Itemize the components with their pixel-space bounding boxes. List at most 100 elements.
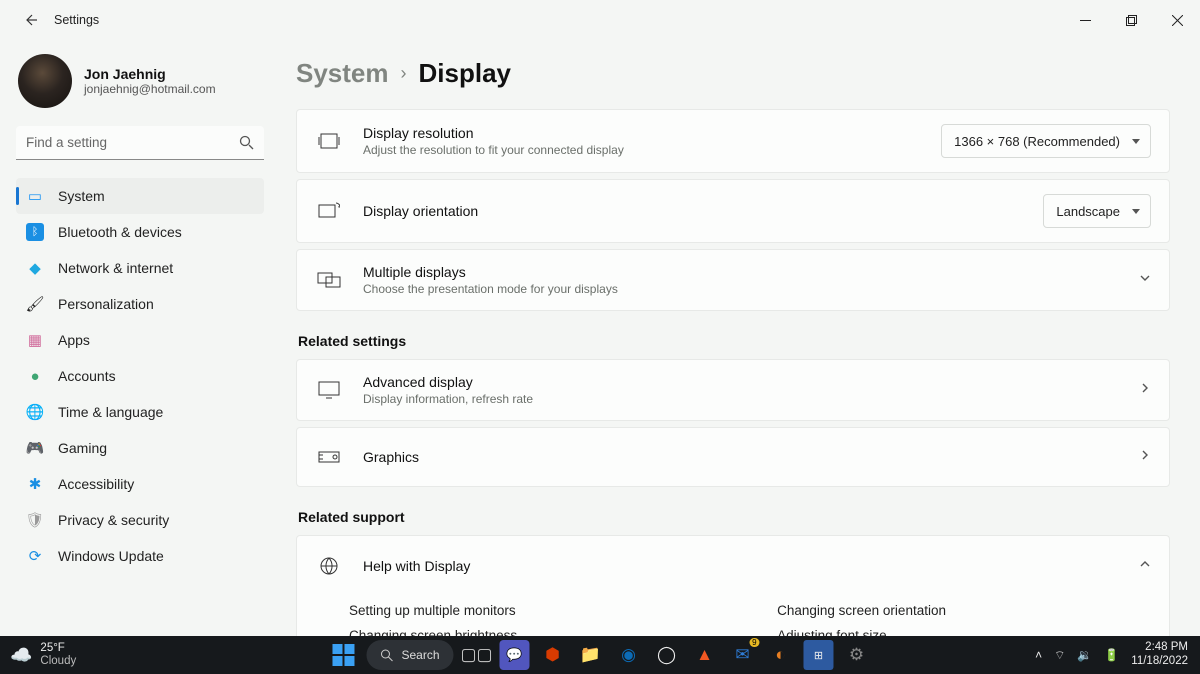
sidebar-item-label: Gaming xyxy=(58,440,107,456)
minimize-button[interactable] xyxy=(1062,0,1108,40)
sidebar-item-system[interactable]: ▭ System xyxy=(16,178,264,214)
profile-email: jonjaehnig@hotmail.com xyxy=(84,82,216,96)
help-link[interactable]: Changing screen brightness xyxy=(349,628,517,636)
help-link[interactable]: Adjusting font size xyxy=(777,628,946,636)
task-view-button[interactable]: ▢▢ xyxy=(462,640,492,670)
sidebar: Jon Jaehnig jonjaehnig@hotmail.com ▭ Syst… xyxy=(0,40,280,636)
calculator-icon[interactable]: ⊞ xyxy=(804,640,834,670)
chevron-right-icon xyxy=(1139,448,1151,466)
sidebar-item-update[interactable]: ⟳ Windows Update xyxy=(16,538,264,574)
sidebar-item-accessibility[interactable]: ✱ Accessibility xyxy=(16,466,264,502)
volume-tray-icon[interactable]: 🔉 xyxy=(1077,648,1092,662)
chevron-right-icon: › xyxy=(401,63,407,84)
graphics-icon xyxy=(315,449,343,465)
card-title: Display orientation xyxy=(363,203,1043,219)
weather-temp: 25°F xyxy=(40,642,76,655)
card-display-resolution: Display resolution Adjust the resolution… xyxy=(296,109,1170,173)
sidebar-item-label: Apps xyxy=(58,332,90,348)
chevron-down-icon xyxy=(1139,271,1151,289)
update-icon: ⟳ xyxy=(26,547,44,565)
office-icon[interactable]: ⬢ xyxy=(538,640,568,670)
resolution-icon xyxy=(315,133,343,149)
card-subtitle: Adjust the resolution to fit your connec… xyxy=(363,143,941,157)
battery-tray-icon[interactable]: 🔋 xyxy=(1104,648,1119,662)
window-title: Settings xyxy=(54,13,99,27)
sidebar-item-label: Privacy & security xyxy=(58,512,169,528)
card-title: Graphics xyxy=(363,449,1139,465)
card-advanced-display[interactable]: Advanced display Display information, re… xyxy=(296,359,1170,421)
help-links-panel: Setting up multiple monitors Changing sc… xyxy=(296,595,1170,636)
card-title: Multiple displays xyxy=(363,264,1139,280)
chevron-right-icon xyxy=(1139,381,1151,399)
start-button[interactable] xyxy=(328,640,358,670)
weather-widget[interactable]: ☁️ 25°F Cloudy xyxy=(0,642,76,668)
breadcrumb-parent[interactable]: System xyxy=(296,58,389,89)
help-link[interactable]: Setting up multiple monitors xyxy=(349,603,517,618)
sidebar-item-label: Accounts xyxy=(58,368,116,384)
brave-icon[interactable]: ▲ xyxy=(690,640,720,670)
card-subtitle: Display information, refresh rate xyxy=(363,392,1139,406)
help-globe-icon xyxy=(315,556,343,576)
sidebar-item-label: Network & internet xyxy=(58,260,173,276)
app-icon[interactable]: ◐ xyxy=(766,640,796,670)
person-icon: ● xyxy=(26,367,44,385)
sidebar-item-bluetooth[interactable]: ᛒ Bluetooth & devices xyxy=(16,214,264,250)
globe-time-icon: 🌐 xyxy=(26,403,44,421)
resolution-dropdown[interactable]: 1366 × 768 (Recommended) xyxy=(941,124,1151,158)
profile-name: Jon Jaehnig xyxy=(84,66,216,82)
maximize-button[interactable] xyxy=(1108,0,1154,40)
orientation-icon xyxy=(315,202,343,220)
sidebar-item-label: System xyxy=(58,188,105,204)
orientation-dropdown[interactable]: Landscape xyxy=(1043,194,1151,228)
explorer-icon[interactable]: 📁 xyxy=(576,640,606,670)
search-icon xyxy=(239,135,254,155)
breadcrumb-current: Display xyxy=(419,58,512,89)
sidebar-item-label: Accessibility xyxy=(58,476,134,492)
sidebar-item-gaming[interactable]: 🎮 Gaming xyxy=(16,430,264,466)
teams-icon[interactable]: 💬 xyxy=(500,640,530,670)
edge-icon[interactable]: ◉ xyxy=(614,640,644,670)
multiple-displays-icon xyxy=(315,272,343,288)
apps-icon: ▦ xyxy=(26,331,44,349)
card-title: Help with Display xyxy=(363,558,1139,574)
mail-icon[interactable]: ✉9 xyxy=(728,640,758,670)
accessibility-icon: ✱ xyxy=(26,475,44,493)
sidebar-item-accounts[interactable]: ● Accounts xyxy=(16,358,264,394)
sidebar-item-label: Time & language xyxy=(58,404,163,420)
shield-icon: 🛡 xyxy=(26,511,44,529)
card-multiple-displays[interactable]: Multiple displays Choose the presentatio… xyxy=(296,249,1170,311)
avatar xyxy=(18,54,72,108)
sidebar-item-apps[interactable]: ▦ Apps xyxy=(16,322,264,358)
wifi-tray-icon[interactable]: ⌔ xyxy=(1054,648,1065,663)
card-help-display[interactable]: Help with Display xyxy=(296,535,1170,595)
section-related-settings: Related settings xyxy=(298,333,1170,349)
sidebar-item-privacy[interactable]: 🛡 Privacy & security xyxy=(16,502,264,538)
close-button[interactable] xyxy=(1154,0,1200,40)
settings-icon[interactable]: ⚙ xyxy=(842,640,872,670)
back-button[interactable] xyxy=(14,4,46,36)
system-icon: ▭ xyxy=(26,187,44,205)
search-input[interactable] xyxy=(16,126,264,160)
help-link[interactable]: Changing screen orientation xyxy=(777,603,946,618)
sidebar-item-network[interactable]: ◆ Network & internet xyxy=(16,250,264,286)
breadcrumb: System › Display xyxy=(296,58,1170,89)
sidebar-item-personalization[interactable]: 🖌Personalization xyxy=(16,286,264,322)
wifi-icon: ◆ xyxy=(26,259,44,277)
bluetooth-icon: ᛒ xyxy=(26,223,44,241)
card-subtitle: Choose the presentation mode for your di… xyxy=(363,282,1139,296)
taskbar-search[interactable]: Search xyxy=(366,640,453,670)
tray-expand-icon[interactable]: ˄ xyxy=(1035,648,1042,662)
chrome-icon[interactable]: ◯ xyxy=(652,640,682,670)
gamepad-icon: 🎮 xyxy=(26,439,44,457)
card-graphics[interactable]: Graphics xyxy=(296,427,1170,487)
weather-cond: Cloudy xyxy=(40,655,76,668)
sidebar-item-label: Bluetooth & devices xyxy=(58,224,182,240)
card-display-orientation: Display orientation Landscape xyxy=(296,179,1170,243)
title-bar: Settings xyxy=(0,0,1200,40)
sidebar-item-label: Windows Update xyxy=(58,548,164,564)
section-related-support: Related support xyxy=(298,509,1170,525)
clock[interactable]: 2:48 PM 11/18/2022 xyxy=(1131,641,1188,669)
profile-block[interactable]: Jon Jaehnig jonjaehnig@hotmail.com xyxy=(16,50,264,126)
sidebar-item-time[interactable]: 🌐 Time & language xyxy=(16,394,264,430)
sidebar-item-label: Personalization xyxy=(58,296,154,312)
